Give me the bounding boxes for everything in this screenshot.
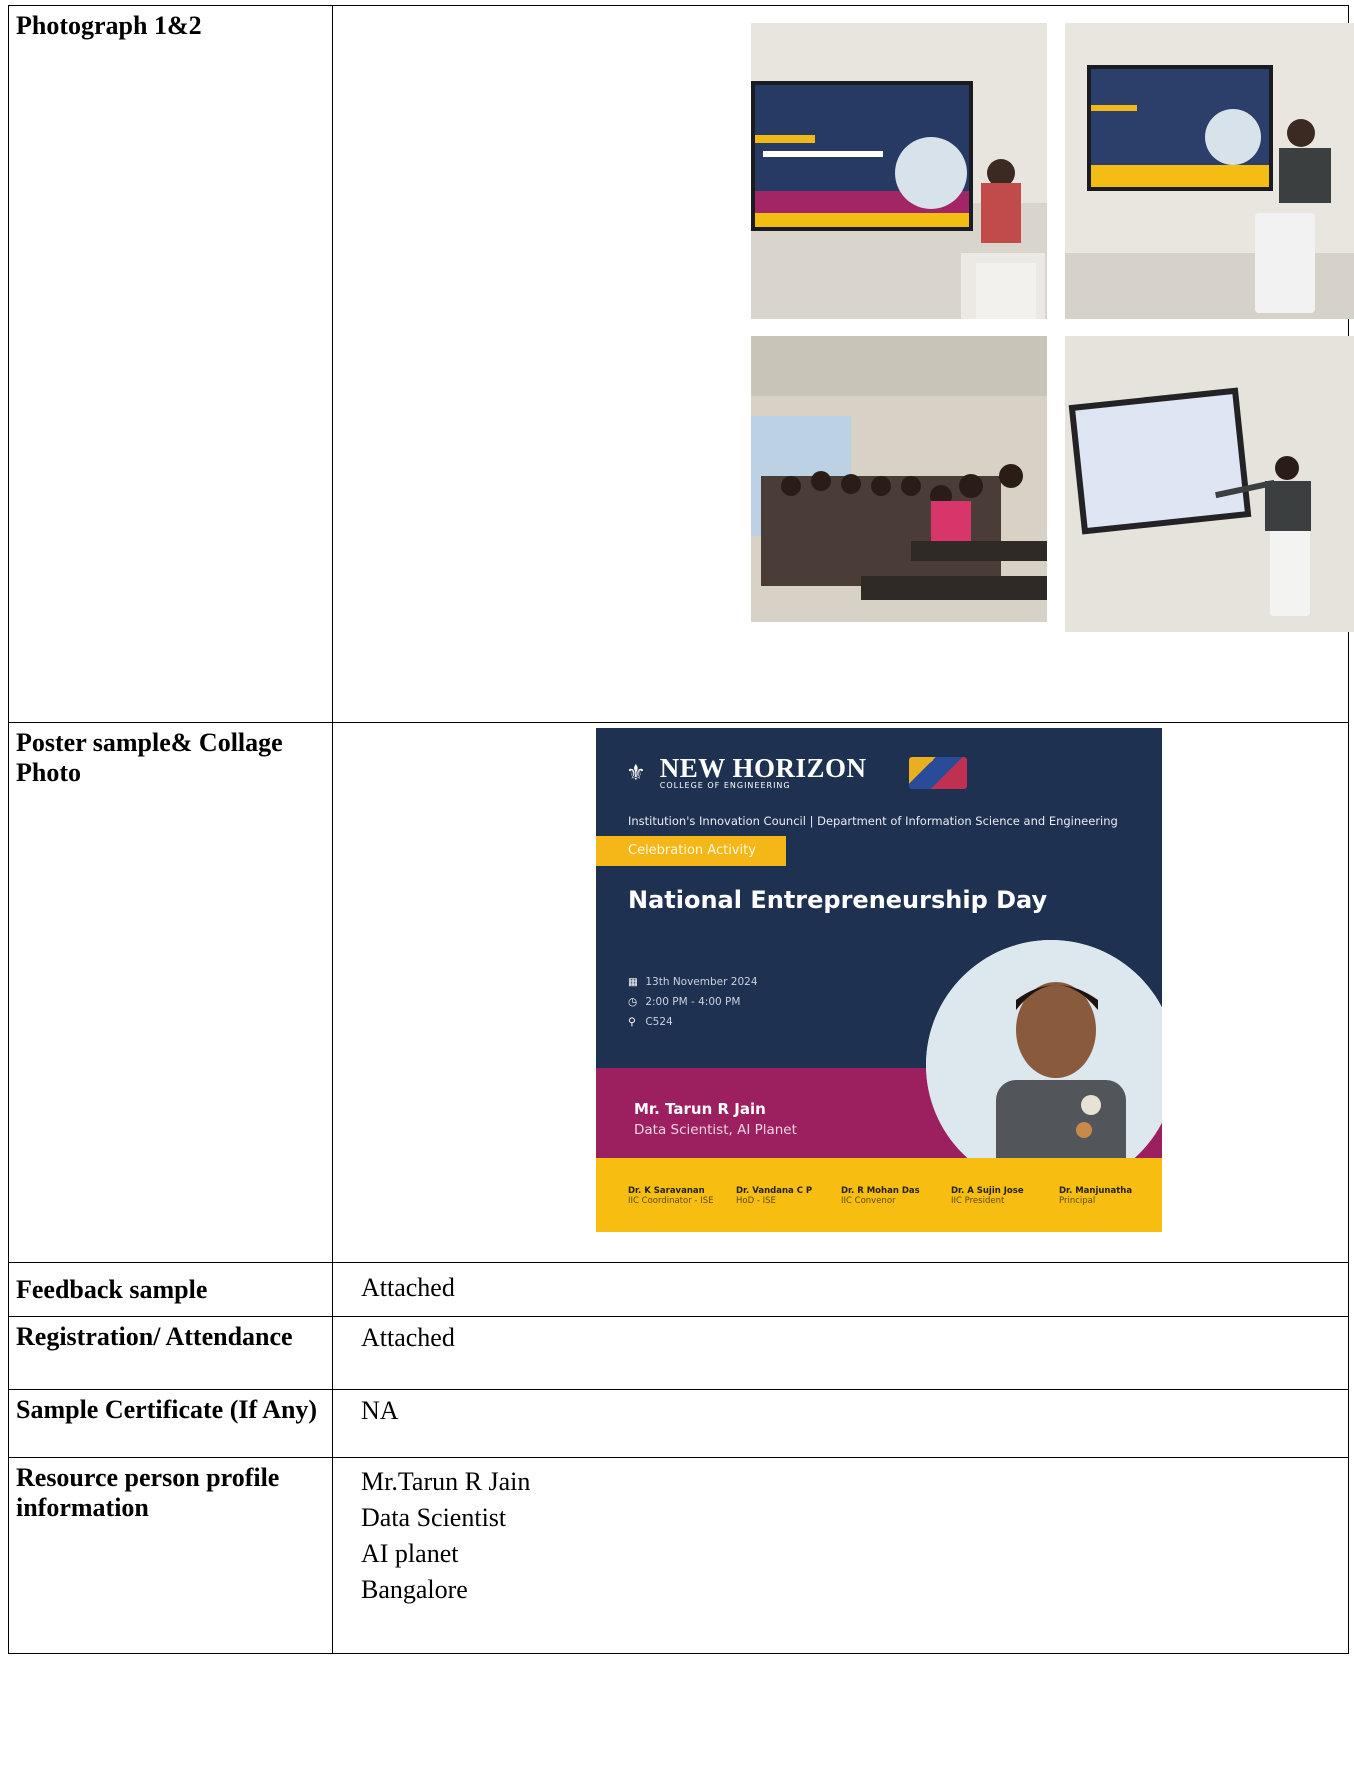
speaker-name: Mr. Tarun R Jain (634, 1100, 766, 1118)
photo-row-content (333, 6, 1349, 723)
resource-title: Data Scientist (361, 1500, 1348, 1536)
signatory-4: Dr. A Sujin JoseIIC President (951, 1186, 1024, 1206)
event-time-line: ◷ 2:00 PM - 4:00 PM (628, 996, 740, 1008)
feedback-label: Feedback sample (9, 1263, 333, 1317)
location-pin-icon: ⚲ (628, 1016, 642, 1028)
event-poster: ⚜ NEW HORIZON COLLEGE OF ENGINEERING Ins… (596, 728, 1162, 1232)
iic-logo-icon (909, 757, 967, 789)
registration-row: Registration/ Attendance Attached (9, 1317, 1349, 1390)
feedback-row: Feedback sample Attached (9, 1263, 1349, 1317)
poster-headline: National Entrepreneurship Day (628, 886, 1047, 914)
event-date-line: ▦ 13th November 2024 (628, 976, 758, 988)
event-venue-line: ⚲ C524 (628, 1016, 673, 1028)
resource-name: Mr.Tarun R Jain (361, 1464, 1348, 1500)
poster-row-content: ⚜ NEW HORIZON COLLEGE OF ENGINEERING Ins… (333, 723, 1349, 1263)
registration-label: Registration/ Attendance (9, 1317, 333, 1390)
event-photo-3 (751, 336, 1047, 622)
resource-location: Bangalore (361, 1572, 1348, 1608)
clock-icon: ◷ (628, 996, 642, 1008)
feedback-value: Attached (333, 1263, 1349, 1317)
event-photo-2 (1065, 23, 1354, 319)
poster-logo-row: ⚜ NEW HORIZON COLLEGE OF ENGINEERING (626, 756, 967, 790)
report-table: Photograph 1&2 (8, 5, 1349, 1654)
resource-row: Resource person profile information Mr.T… (9, 1458, 1349, 1654)
resource-value: Mr.Tarun R Jain Data Scientist AI planet… (333, 1458, 1349, 1654)
resource-label: Resource person profile information (9, 1458, 333, 1654)
event-photo-1 (751, 23, 1047, 319)
event-photo-4 (1065, 336, 1354, 632)
signatory-5: Dr. ManjunathaPrincipal (1059, 1186, 1132, 1206)
event-time: 2:00 PM - 4:00 PM (645, 996, 740, 1008)
college-logo-icon: ⚜ (626, 761, 646, 786)
event-date: 13th November 2024 (645, 976, 757, 988)
signatory-1: Dr. K SaravananIIC Coordinator - ISE (628, 1186, 713, 1206)
certificate-label: Sample Certificate (If Any) (9, 1390, 333, 1458)
speaker-photo (926, 940, 1162, 1190)
event-venue: C524 (645, 1016, 672, 1028)
photo-row-label: Photograph 1&2 (9, 6, 333, 723)
college-name: NEW HORIZON (660, 753, 867, 783)
photo-grid (333, 6, 1348, 722)
certificate-value: NA (333, 1390, 1349, 1458)
resource-company: AI planet (361, 1536, 1348, 1572)
celebration-badge: Celebration Activity (596, 836, 786, 866)
signatory-3: Dr. R Mohan DasIIC Convenor (841, 1186, 920, 1206)
council-line: Institution's Innovation Council | Depar… (628, 814, 1118, 828)
poster-row: Poster sample& Collage Photo ⚜ NEW HORIZ… (9, 723, 1349, 1263)
registration-value: Attached (333, 1317, 1349, 1390)
poster-row-label: Poster sample& Collage Photo (9, 723, 333, 1263)
calendar-icon: ▦ (628, 976, 642, 988)
signatory-2: Dr. Vandana C PHoD - ISE (736, 1186, 812, 1206)
photo-row: Photograph 1&2 (9, 6, 1349, 723)
speaker-role: Data Scientist, AI Planet (634, 1122, 797, 1138)
certificate-row: Sample Certificate (If Any) NA (9, 1390, 1349, 1458)
